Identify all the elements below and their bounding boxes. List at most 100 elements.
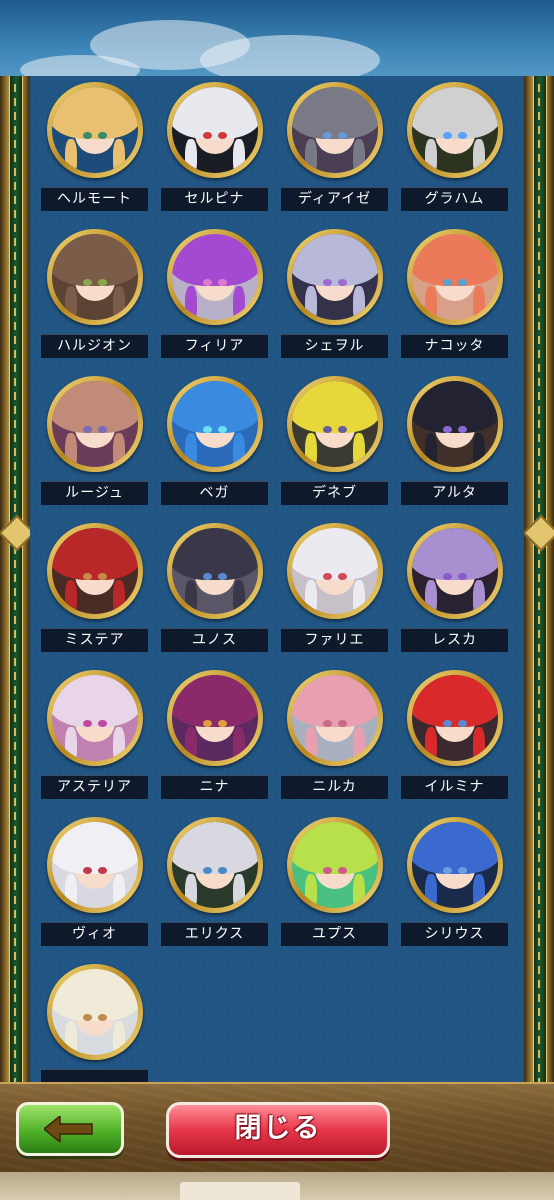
character-art: [412, 822, 498, 908]
character-card[interactable]: シリウス: [400, 817, 510, 957]
character-card[interactable]: ディアイゼ: [280, 82, 390, 222]
character-name: レスカ: [401, 628, 508, 652]
character-card[interactable]: ベガ: [160, 376, 270, 516]
character-art: [52, 969, 138, 1055]
character-name: ベガ: [161, 481, 268, 505]
character-card[interactable]: シェヲル: [280, 229, 390, 369]
character-art: [412, 234, 498, 320]
character-portrait[interactable]: [287, 670, 383, 766]
character-portrait[interactable]: [407, 670, 503, 766]
character-art: [52, 87, 138, 173]
character-portrait[interactable]: [407, 82, 503, 178]
character-card[interactable]: [40, 964, 150, 1100]
close-button[interactable]: 閉じる: [166, 1102, 390, 1158]
character-card[interactable]: グラハム: [400, 82, 510, 222]
character-name: ニナ: [161, 775, 268, 799]
character-portrait[interactable]: [167, 82, 263, 178]
character-card[interactable]: ヴィオ: [40, 817, 150, 957]
frame-right-border: [524, 76, 554, 1100]
character-portrait[interactable]: [407, 229, 503, 325]
character-name: ヘルモート: [41, 187, 148, 211]
character-card[interactable]: ニルカ: [280, 670, 390, 810]
character-card[interactable]: レスカ: [400, 523, 510, 663]
character-card[interactable]: アステリア: [40, 670, 150, 810]
character-art: [292, 381, 378, 467]
character-name: デネブ: [281, 481, 388, 505]
character-portrait[interactable]: [167, 523, 263, 619]
character-portrait[interactable]: [287, 523, 383, 619]
character-name: グラハム: [401, 187, 508, 211]
character-art: [292, 675, 378, 761]
character-name: イルミナ: [401, 775, 508, 799]
character-name: ヴィオ: [41, 922, 148, 946]
character-card[interactable]: アルタ: [400, 376, 510, 516]
character-card[interactable]: ファリエ: [280, 523, 390, 663]
character-list-panel[interactable]: ヘルモート セルピナ ディアイゼ グラハムハルジオン フィリア シェヲル ナコッタルージュベ…: [30, 76, 524, 1100]
character-card[interactable]: ユプス: [280, 817, 390, 957]
character-card[interactable]: ルージュ: [40, 376, 150, 516]
character-name: ニルカ: [281, 775, 388, 799]
character-name: ファリエ: [281, 628, 388, 652]
character-portrait[interactable]: [407, 523, 503, 619]
character-name: アルタ: [401, 481, 508, 505]
character-card[interactable]: ユノス: [160, 523, 270, 663]
character-card[interactable]: ハルジオン: [40, 229, 150, 369]
character-card[interactable]: エリクス: [160, 817, 270, 957]
character-card[interactable]: ミステア: [40, 523, 150, 663]
character-portrait[interactable]: [47, 817, 143, 913]
character-art: [172, 381, 258, 467]
character-art: [172, 528, 258, 614]
character-art: [172, 822, 258, 908]
character-name: ハルジオン: [41, 334, 148, 358]
character-portrait[interactable]: [47, 670, 143, 766]
character-portrait[interactable]: [167, 229, 263, 325]
character-art: [292, 234, 378, 320]
character-portrait[interactable]: [47, 82, 143, 178]
character-card[interactable]: デネブ: [280, 376, 390, 516]
character-card[interactable]: セルピナ: [160, 82, 270, 222]
character-art: [172, 234, 258, 320]
character-name: シリウス: [401, 922, 508, 946]
character-portrait[interactable]: [47, 964, 143, 1060]
character-portrait[interactable]: [407, 817, 503, 913]
character-name: シェヲル: [281, 334, 388, 358]
character-art: [412, 675, 498, 761]
character-art: [292, 87, 378, 173]
character-name: セルピナ: [161, 187, 268, 211]
character-portrait[interactable]: [167, 670, 263, 766]
character-art: [412, 381, 498, 467]
character-art: [172, 675, 258, 761]
character-portrait[interactable]: [47, 229, 143, 325]
character-portrait[interactable]: [47, 376, 143, 472]
character-art: [52, 822, 138, 908]
character-portrait[interactable]: [167, 817, 263, 913]
left-arrow-icon: [44, 1116, 93, 1142]
character-card[interactable]: フィリア: [160, 229, 270, 369]
character-portrait[interactable]: [167, 376, 263, 472]
character-portrait[interactable]: [47, 523, 143, 619]
character-name: エリクス: [161, 922, 268, 946]
character-card[interactable]: イルミナ: [400, 670, 510, 810]
character-art: [292, 528, 378, 614]
character-name: ナコッタ: [401, 334, 508, 358]
character-art: [52, 381, 138, 467]
frame-left-border: [0, 76, 30, 1100]
footer-tab: [180, 1182, 300, 1200]
character-name: アステリア: [41, 775, 148, 799]
character-portrait[interactable]: [287, 376, 383, 472]
character-card[interactable]: ニナ: [160, 670, 270, 810]
bottom-bar: 閉じる: [0, 1082, 554, 1174]
character-art: [412, 87, 498, 173]
character-name: フィリア: [161, 334, 268, 358]
character-card[interactable]: ヘルモート: [40, 82, 150, 222]
character-portrait[interactable]: [407, 376, 503, 472]
back-button[interactable]: [16, 1102, 124, 1156]
footer-strip: [0, 1172, 554, 1200]
character-name: ディアイゼ: [281, 187, 388, 211]
character-portrait[interactable]: [287, 229, 383, 325]
character-portrait[interactable]: [287, 817, 383, 913]
character-art: [52, 675, 138, 761]
character-portrait[interactable]: [287, 82, 383, 178]
character-card[interactable]: ナコッタ: [400, 229, 510, 369]
character-art: [52, 234, 138, 320]
